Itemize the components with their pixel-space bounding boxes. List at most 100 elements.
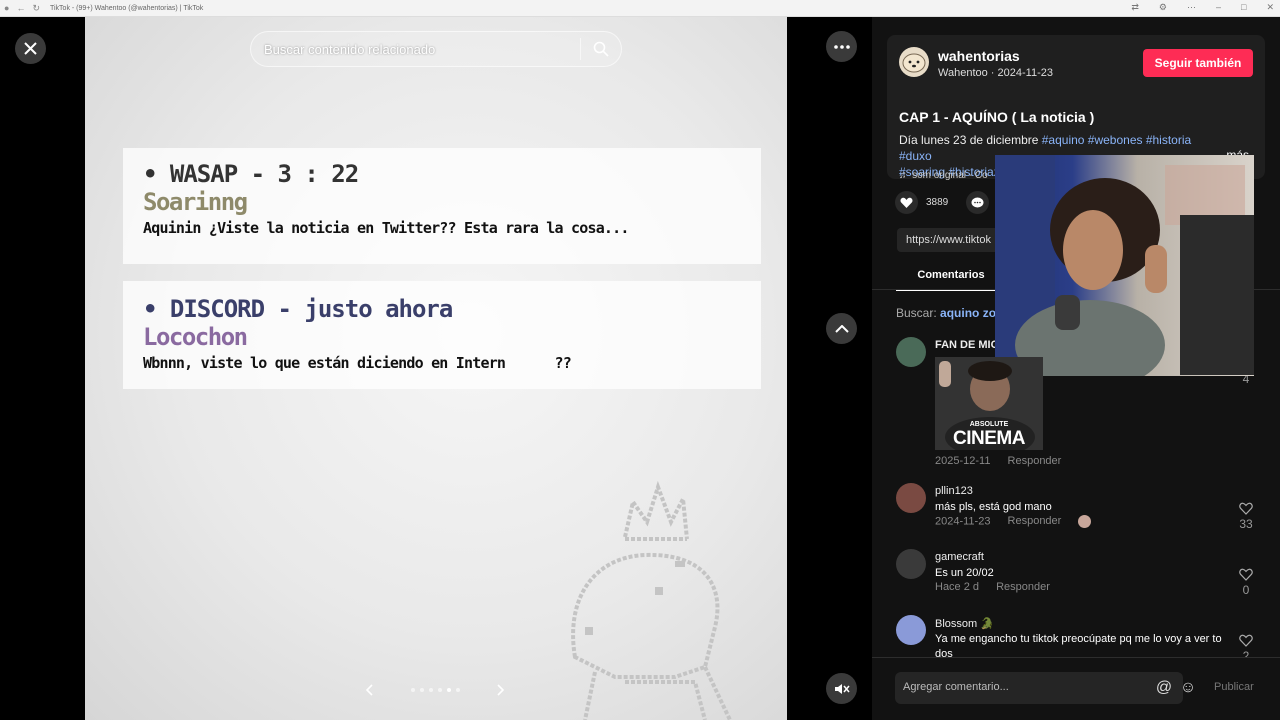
comment-composer: Agregar comentario... @ ☺ Publicar	[872, 657, 1280, 720]
mute-button[interactable]	[826, 673, 857, 704]
more-icon	[833, 44, 850, 49]
window-controls: ⇄ ⚙ ⋯ – □ ✕	[1131, 2, 1274, 13]
comment-username[interactable]: Blossom 🐊	[935, 617, 994, 630]
comment-meta: 2025-12-11 Responder	[935, 455, 1061, 467]
emoji-icon[interactable]: ☺	[1179, 679, 1197, 697]
message-header: • DISCORD - justo ahora	[143, 295, 453, 323]
comment-text: Ya me engancho tu tiktok preocúpate pq m…	[935, 633, 1222, 645]
chevron-up-icon	[834, 324, 849, 333]
comment-meta: Hace 2 d Responder	[935, 581, 1050, 593]
comment-text: más pls, está god mano	[935, 501, 1052, 513]
comment-date: Hace 2 d	[935, 581, 980, 593]
carousel-prev-icon[interactable]	[365, 684, 373, 696]
search-label: Buscar:	[896, 306, 937, 320]
reload-icon[interactable]: ↻	[32, 3, 40, 14]
more-options-button[interactable]	[826, 31, 857, 62]
comment-search-suggestion[interactable]: Buscar: aquino zo	[896, 306, 996, 320]
heart-outline-icon	[1239, 502, 1253, 515]
comment-like[interactable]: 0	[1236, 568, 1256, 597]
minimize-icon[interactable]: –	[1216, 2, 1221, 13]
comment-text: Es un 20/02	[935, 567, 994, 579]
engagement-stats: 3889 4	[895, 191, 1003, 214]
carousel-dots	[410, 688, 460, 692]
like-count: 3889	[926, 197, 949, 208]
comment-button[interactable]	[966, 191, 990, 214]
comment-date: 2024-11-23	[935, 515, 991, 528]
related-search-input[interactable]: Buscar contenido relacionado	[251, 42, 580, 57]
comment-meme-image[interactable]: ABSOLUTE CINEMA	[935, 357, 1043, 450]
comment-username[interactable]: pllin123	[935, 485, 973, 497]
close-button[interactable]	[15, 33, 46, 64]
message-header: • WASAP - 3 : 22	[143, 160, 359, 188]
comment-avatar[interactable]	[896, 337, 926, 367]
video-title: CAP 1 - AQUÍNO ( La noticia )	[899, 109, 1095, 125]
image-carousel-controls	[365, 681, 505, 699]
music-info[interactable]: ♫ som original - Co	[899, 170, 988, 181]
close-window-icon[interactable]: ✕	[1266, 2, 1274, 13]
comment-like-count: 33	[1239, 517, 1253, 531]
carousel-dot[interactable]	[428, 688, 433, 692]
comment-avatar[interactable]	[896, 483, 926, 513]
publish-button[interactable]: Publicar	[1214, 681, 1254, 693]
settings-icon[interactable]: ⚙	[1159, 2, 1167, 13]
streamer-figure	[995, 155, 1254, 376]
comment-date: 2025-12-11	[935, 455, 991, 467]
music-title: som original - Co	[912, 170, 988, 181]
capybara-illustration	[571, 480, 732, 720]
carousel-dot[interactable]	[455, 688, 460, 692]
browser-nav: ● ← ↻	[0, 3, 40, 14]
comment-meta: 2024-11-23 Responder	[935, 515, 1092, 528]
message-card-discord: • DISCORD - justo ahora Locochon Wbnnn, …	[123, 281, 761, 389]
menu-icon[interactable]: ⋯	[1187, 2, 1196, 13]
search-button[interactable]	[581, 31, 621, 67]
message-card-whatsapp: • WASAP - 3 : 22 Soarinng Aquinin ¿Viste…	[123, 148, 761, 264]
post-image: • WASAP - 3 : 22 Soarinng Aquinin ¿Viste…	[85, 17, 787, 720]
meme-caption-small: ABSOLUTE	[969, 421, 1009, 428]
heart-outline-icon	[1239, 568, 1253, 581]
comment-like-count: 0	[1242, 583, 1250, 597]
webcam-overlay	[995, 155, 1254, 376]
close-icon	[24, 42, 37, 55]
follow-button[interactable]: Seguir también	[1143, 49, 1253, 77]
previous-video-button[interactable]	[826, 313, 857, 344]
reply-button[interactable]: Responder	[1008, 455, 1062, 467]
carousel-dot[interactable]	[437, 688, 442, 692]
maximize-icon[interactable]: □	[1241, 2, 1246, 13]
heart-outline-icon	[1239, 634, 1253, 647]
comment-username[interactable]: FAN DE MICI	[935, 339, 1002, 351]
comment-like[interactable]: 33	[1236, 502, 1256, 531]
carousel-next-icon[interactable]	[497, 684, 505, 696]
meme-caption-big: CINEMA	[953, 428, 1025, 449]
author-username[interactable]: wahentorias	[938, 48, 1020, 64]
dog-face-icon	[902, 53, 926, 73]
post-stage: • WASAP - 3 : 22 Soarinng Aquinin ¿Viste…	[0, 17, 872, 720]
message-text: Wbnnn, viste lo que están diciendo en In…	[143, 354, 572, 372]
comment-icon	[971, 197, 984, 207]
back-icon[interactable]: ←	[16, 3, 25, 14]
author-meta: Wahentoo · 2024-11-23	[938, 67, 1053, 79]
message-text: Aquinin ¿Viste la noticia en Twitter?? E…	[143, 219, 629, 237]
message-sender: Soarinng	[143, 188, 248, 216]
like-button[interactable]	[895, 191, 918, 214]
search-query[interactable]: aquino zo	[940, 306, 996, 320]
music-note-icon: ♫	[899, 170, 907, 181]
carousel-dot[interactable]	[419, 688, 424, 692]
comment-input[interactable]: Agregar comentario...	[895, 672, 1183, 704]
related-search-bar[interactable]: Buscar contenido relacionado	[250, 31, 622, 67]
reply-button[interactable]: Responder	[1008, 515, 1062, 527]
message-sender: Locochon	[143, 323, 248, 351]
reply-button[interactable]: Responder	[996, 581, 1050, 593]
mention-icon[interactable]: @	[1155, 679, 1173, 697]
comment-username[interactable]: gamecraft	[935, 551, 984, 563]
browser-titlebar: ● ← ↻ TikTok - (99+) Wahentoo (@wahentor…	[0, 0, 1280, 17]
comment-avatar[interactable]	[896, 549, 926, 579]
translate-icon[interactable]: ⇄	[1131, 2, 1139, 13]
carousel-dot-active[interactable]	[446, 688, 451, 692]
comment-avatar[interactable]	[896, 615, 926, 645]
heart-icon	[900, 197, 913, 208]
search-icon	[593, 41, 609, 57]
creator-liked-icon	[1078, 515, 1092, 528]
author-avatar[interactable]	[899, 47, 929, 77]
tab-comments[interactable]: Comentarios	[896, 269, 1006, 291]
carousel-dot[interactable]	[410, 688, 415, 692]
